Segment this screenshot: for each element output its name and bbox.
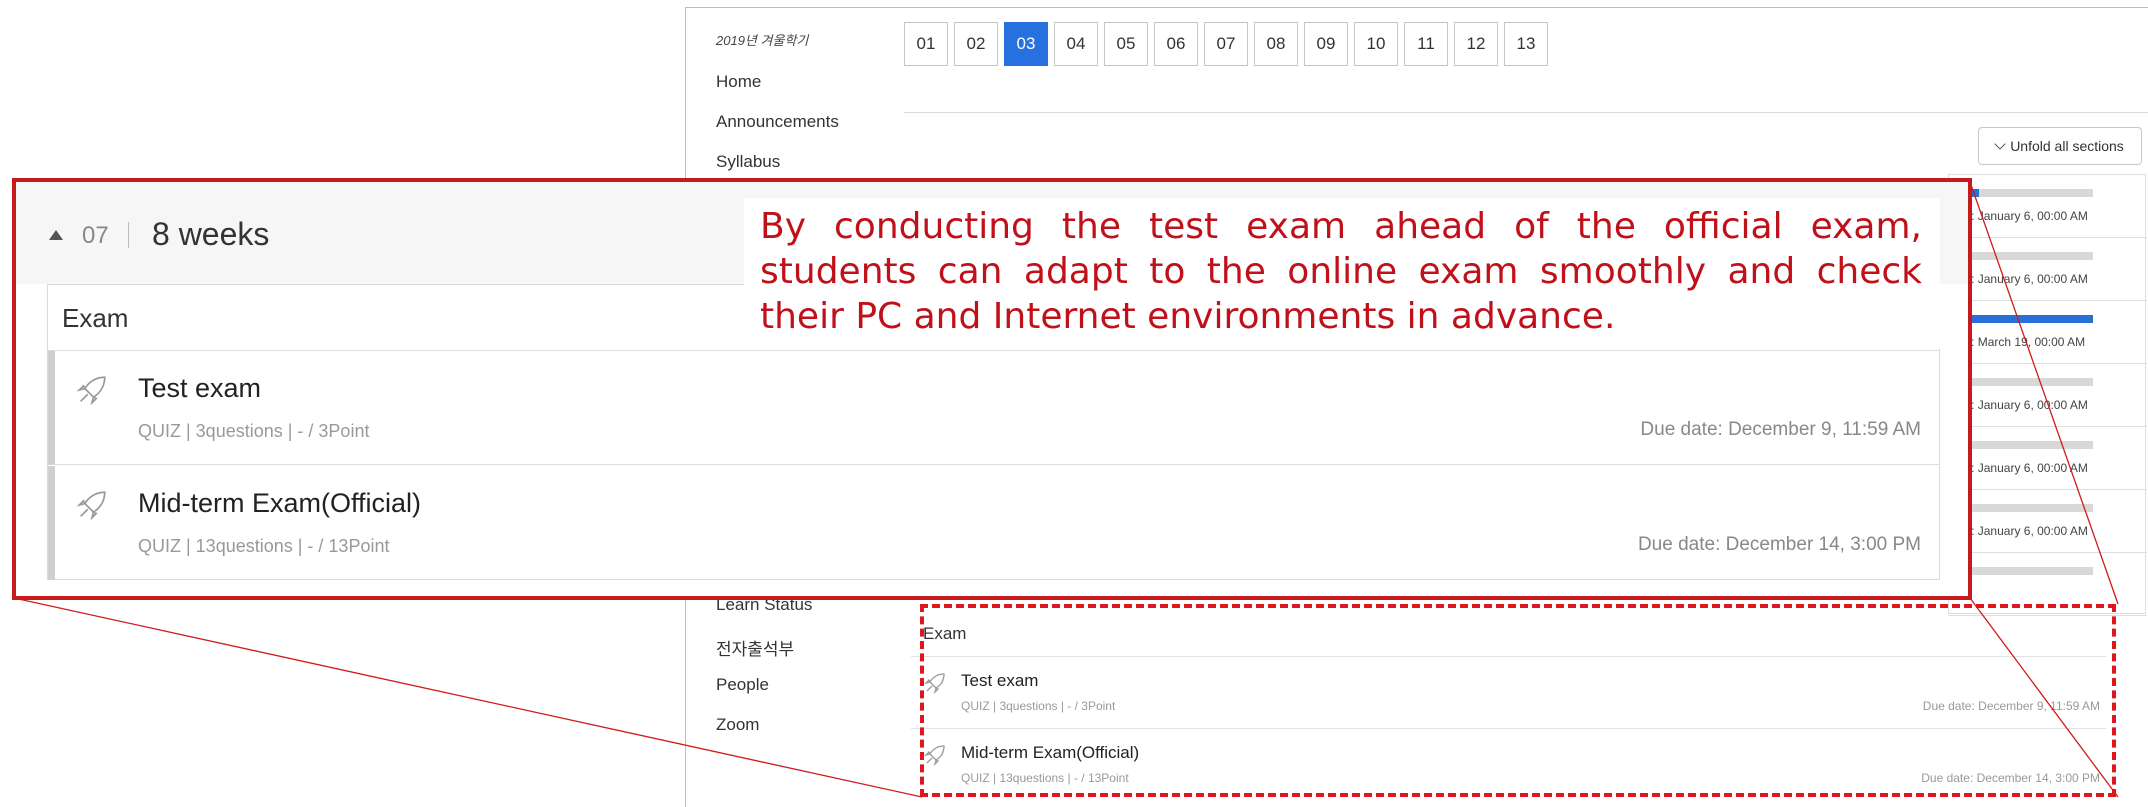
progress-row: 작일: January 6, 00:00 AM bbox=[1949, 490, 2147, 553]
week-tab-03[interactable]: 03 bbox=[1004, 22, 1048, 66]
annotation-text: By conducting the test exam ahead of the… bbox=[760, 206, 1922, 337]
week-tab-11[interactable]: 11 bbox=[1404, 22, 1448, 66]
week-separator bbox=[128, 222, 129, 248]
week-tab-04[interactable]: 04 bbox=[1054, 22, 1098, 66]
nav-people[interactable]: People bbox=[716, 675, 769, 695]
week-title: 8 weeks bbox=[152, 216, 270, 252]
week-tab-09[interactable]: 09 bbox=[1304, 22, 1348, 66]
exam-item-due: Due date: December 9, 11:59 AM bbox=[1640, 419, 1921, 440]
week-tab-10[interactable]: 10 bbox=[1354, 22, 1398, 66]
rocket-icon bbox=[76, 376, 106, 406]
exam-group-label: Exam bbox=[62, 303, 129, 333]
chevron-down-icon bbox=[1994, 138, 2006, 150]
nav-syllabus[interactable]: Syllabus bbox=[716, 152, 780, 172]
nav-zoom[interactable]: Zoom bbox=[716, 715, 759, 735]
collapse-triangle-icon[interactable] bbox=[49, 230, 63, 240]
highlight-dashed-box bbox=[920, 604, 2116, 797]
progress-row: 작일: January 6, 00:00 AM bbox=[1949, 364, 2147, 427]
progress-row: 작일: March 19, 00:00 AM bbox=[1949, 301, 2147, 364]
week-tab-06[interactable]: 06 bbox=[1154, 22, 1198, 66]
nav-home[interactable]: Home bbox=[716, 72, 761, 92]
week-tab-01[interactable]: 01 bbox=[904, 22, 948, 66]
week-tab-02[interactable]: 02 bbox=[954, 22, 998, 66]
rocket-icon bbox=[76, 491, 106, 521]
progress-row: 작일: January 6, 00:00 AM bbox=[1949, 175, 2147, 238]
unfold-all-button[interactable]: Unfold all sections bbox=[1978, 127, 2142, 165]
week-tab-05[interactable]: 05 bbox=[1104, 22, 1148, 66]
nav-announcements[interactable]: Announcements bbox=[716, 112, 839, 132]
divider bbox=[904, 112, 2148, 113]
week-tabs: 01 02 03 04 05 06 07 08 09 10 11 12 13 bbox=[904, 22, 1548, 66]
unfold-label: Unfold all sections bbox=[2010, 138, 2124, 154]
nav-attendance[interactable]: 전자출석부 bbox=[716, 635, 794, 660]
progress-row: 작일: January 6, 00:00 AM bbox=[1949, 238, 2147, 301]
progress-column: 작일: January 6, 00:00 AM 작일: January 6, 00… bbox=[1948, 174, 2147, 616]
annotation-box: By conducting the test exam ahead of the… bbox=[744, 198, 1940, 348]
exam-item-midterm[interactable]: Mid-term Exam(Official) QUIZ | 13questio… bbox=[48, 466, 1939, 580]
week-tab-12[interactable]: 12 bbox=[1454, 22, 1498, 66]
exam-item-meta: QUIZ | 13questions | - / 13Point bbox=[138, 536, 390, 556]
exam-item-due: Due date: December 14, 3:00 PM bbox=[1637, 534, 1921, 555]
week-tab-13[interactable]: 13 bbox=[1504, 22, 1548, 66]
term-label: 2019년 겨울학기 bbox=[716, 33, 809, 48]
exam-item-meta: QUIZ | 3questions | - / 3Point bbox=[138, 421, 370, 441]
week-tab-07[interactable]: 07 bbox=[1204, 22, 1248, 66]
week-number: 07 bbox=[82, 222, 109, 249]
progress-row: 작일: January 6, 00:00 AM bbox=[1949, 427, 2147, 490]
exam-item-test[interactable]: Test exam QUIZ | 3questions | - / 3Point… bbox=[48, 351, 1939, 465]
week-tab-08[interactable]: 08 bbox=[1254, 22, 1298, 66]
exam-item-title: Mid-term Exam(Official) bbox=[138, 488, 422, 518]
exam-item-title: Test exam bbox=[138, 373, 262, 403]
